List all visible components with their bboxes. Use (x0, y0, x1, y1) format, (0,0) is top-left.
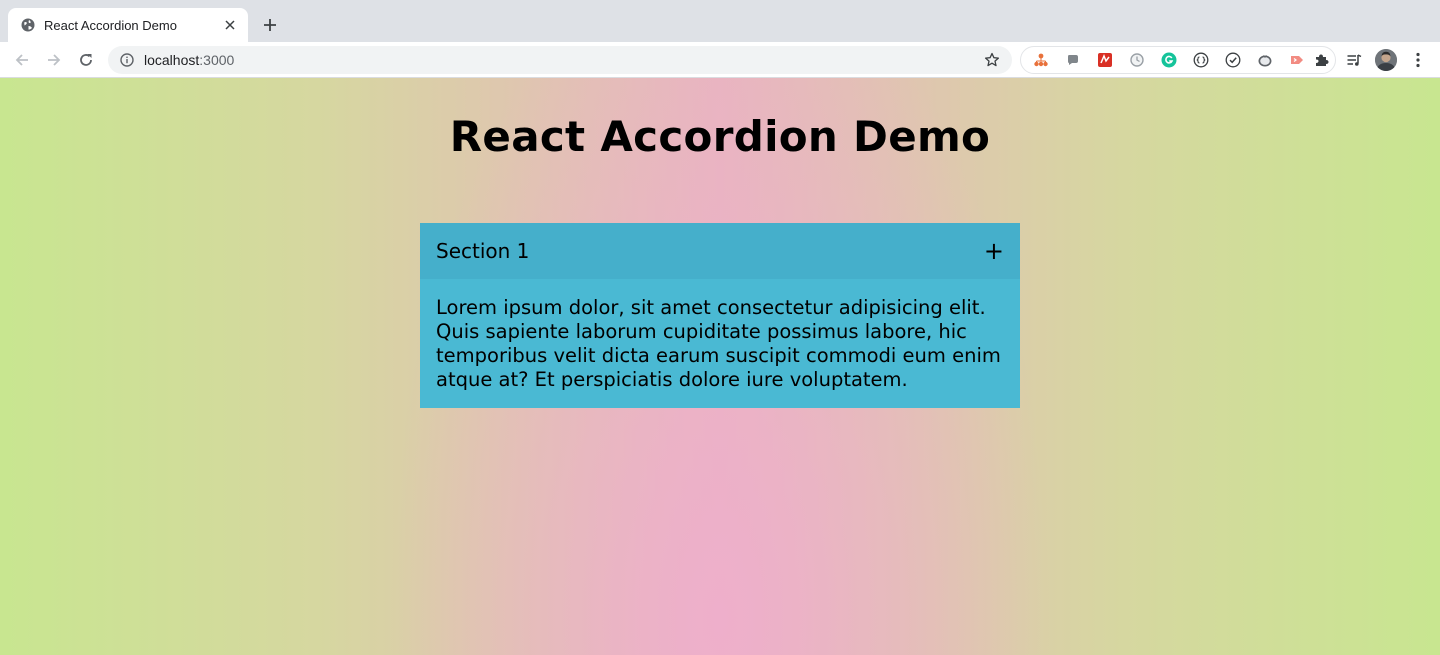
red-square-extension-icon[interactable] (1089, 46, 1121, 74)
accordion-section-label: Section 1 (436, 239, 530, 263)
bookmark-star-icon[interactable] (982, 50, 1002, 70)
puzzle-extensions-icon[interactable] (1308, 46, 1336, 74)
reload-icon (80, 54, 92, 66)
page-viewport: React Accordion Demo Section 1 + Lorem i… (0, 78, 1440, 655)
media-queue-icon[interactable] (1340, 46, 1368, 74)
extensions-bar (1020, 46, 1336, 74)
new-tab-button[interactable] (256, 11, 284, 39)
globe-icon (20, 17, 36, 33)
reload-button[interactable] (72, 46, 100, 74)
org-chart-extension-icon[interactable] (1025, 46, 1057, 74)
tab-strip: React Accordion Demo (0, 0, 1440, 42)
back-button[interactable] (8, 46, 36, 74)
kebab-menu-icon[interactable] (1404, 46, 1432, 74)
tab-title: React Accordion Demo (44, 17, 177, 33)
plus-icon (264, 19, 276, 31)
grammarly-extension-icon[interactable] (1153, 46, 1185, 74)
code-braces-extension-icon[interactable] (1185, 46, 1217, 74)
profile-avatar[interactable] (1372, 46, 1400, 74)
check-circle-extension-icon[interactable] (1217, 46, 1249, 74)
close-icon[interactable] (222, 17, 238, 33)
tomato-extension-icon[interactable] (1249, 46, 1281, 74)
plus-icon[interactable]: + (984, 239, 1004, 263)
info-icon[interactable] (119, 52, 135, 68)
chat-bubble-extension-icon[interactable] (1057, 46, 1089, 74)
forward-button[interactable] (40, 46, 68, 74)
address-bar[interactable]: localhost:3000 (108, 46, 1012, 74)
arrow-right-icon (48, 54, 61, 66)
browser-toolbar: localhost:3000 (0, 42, 1440, 78)
accordion: Section 1 + Lorem ipsum dolor, sit amet … (420, 223, 1020, 408)
url-text: localhost:3000 (144, 52, 982, 68)
browser-tab[interactable]: React Accordion Demo (8, 8, 248, 42)
url-host: localhost (144, 52, 200, 68)
page-title: React Accordion Demo (449, 112, 991, 161)
url-port: :3000 (199, 52, 235, 68)
accordion-section-1-content: Lorem ipsum dolor, sit amet consectetur … (420, 279, 1020, 408)
clock-extension-icon[interactable] (1121, 46, 1153, 74)
arrow-left-icon (15, 54, 28, 66)
accordion-section-1-header[interactable]: Section 1 + (420, 223, 1020, 279)
